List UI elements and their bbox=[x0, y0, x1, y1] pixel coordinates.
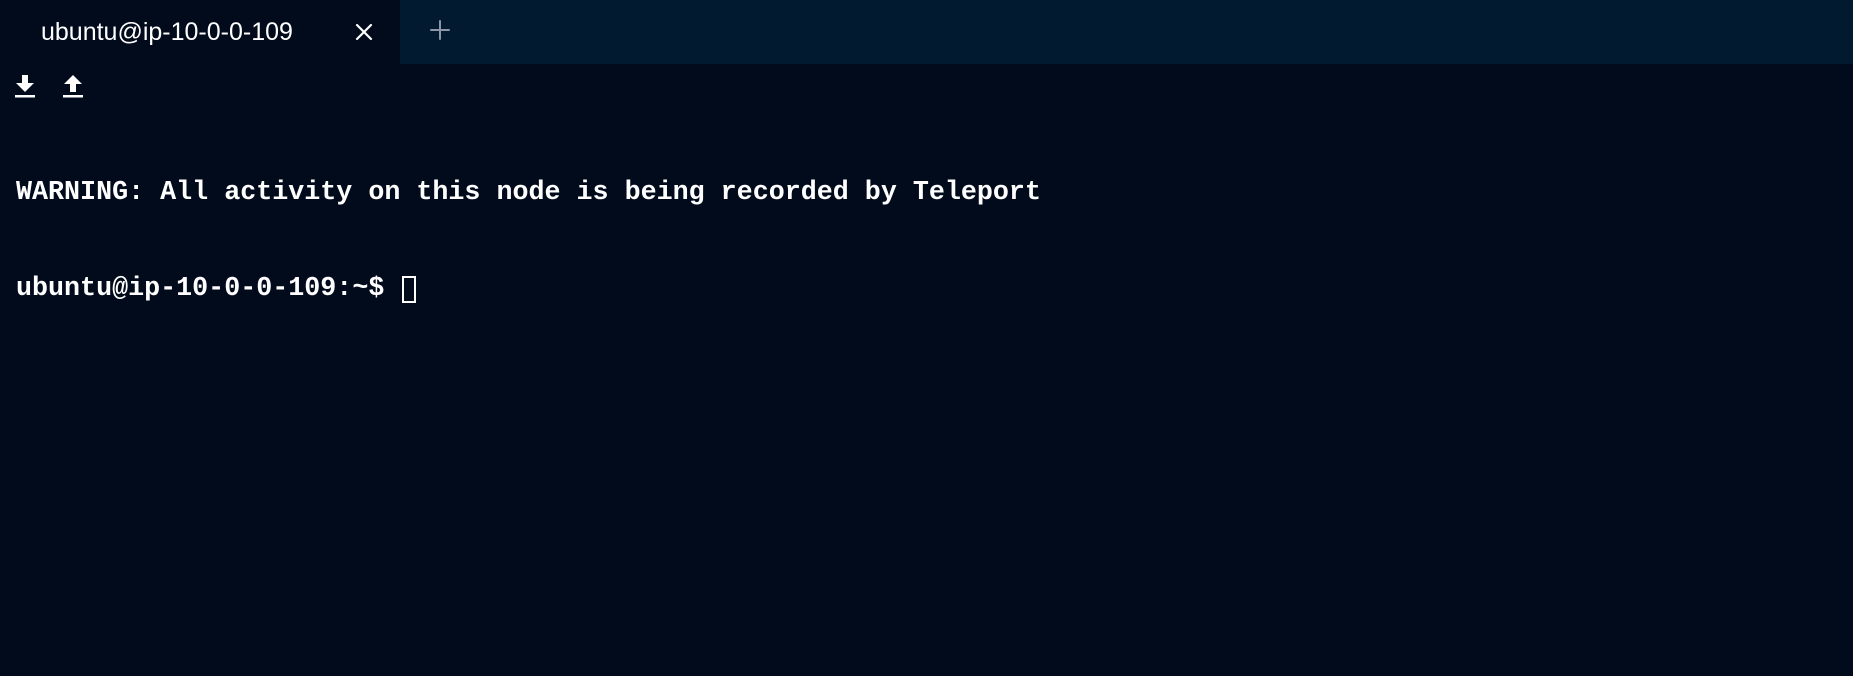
upload-icon bbox=[62, 74, 84, 103]
download-icon bbox=[14, 74, 36, 103]
terminal-line-warning: WARNING: All activity on this node is be… bbox=[16, 178, 1041, 208]
terminal-line-prompt: ubuntu@ip-10-0-0-109:~$ bbox=[16, 273, 1837, 305]
close-icon[interactable] bbox=[350, 18, 378, 46]
terminal-output[interactable]: WARNING: All activity on this node is be… bbox=[16, 113, 1837, 676]
terminal-cursor bbox=[402, 275, 417, 303]
new-tab-button[interactable] bbox=[400, 0, 480, 64]
upload-button[interactable] bbox=[60, 74, 86, 102]
plus-icon bbox=[429, 19, 451, 46]
download-button[interactable] bbox=[12, 74, 38, 102]
tab-bar: ubuntu@ip-10-0-0-109 bbox=[0, 0, 1853, 64]
shell-prompt: ubuntu@ip-10-0-0-109:~$ bbox=[16, 274, 401, 304]
file-transfer-toolbar bbox=[12, 74, 108, 102]
tab-title: ubuntu@ip-10-0-0-109 bbox=[41, 17, 293, 46]
tab-terminal-session[interactable]: ubuntu@ip-10-0-0-109 bbox=[0, 0, 400, 64]
